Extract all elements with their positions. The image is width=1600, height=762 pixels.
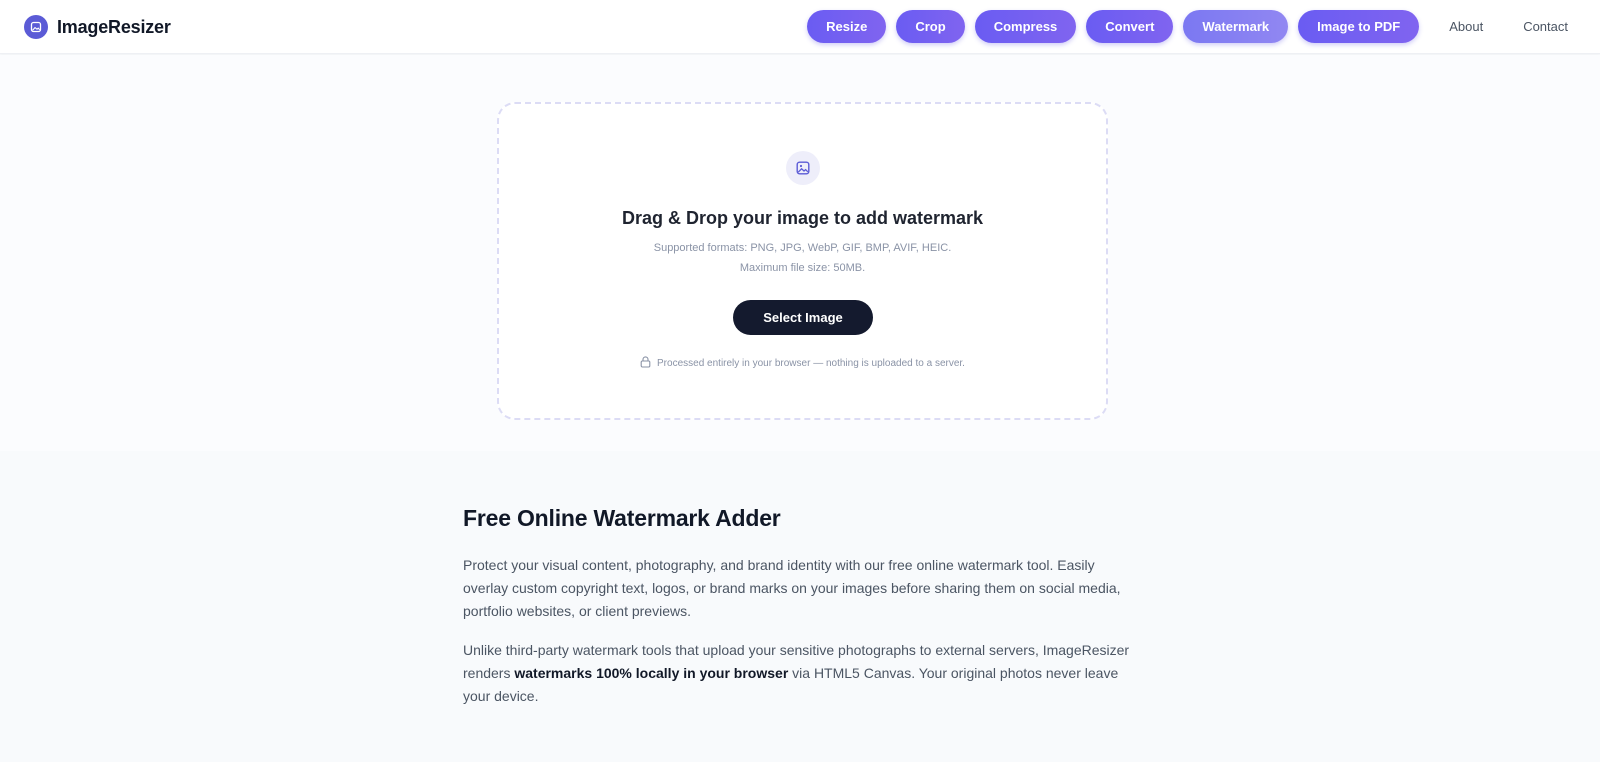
nav-image-to-pdf-button[interactable]: Image to PDF <box>1298 10 1420 43</box>
article-title: Free Online Watermark Adder <box>463 505 781 531</box>
privacy-text: Processed entirely in your browser — not… <box>657 358 965 369</box>
article-section: Free Online Watermark Adder Protect your… <box>463 505 1143 724</box>
main-nav: Resize Crop Compress Convert Watermark I… <box>807 10 1600 43</box>
max-file-size: Maximum file size: 50MB. <box>739 262 866 274</box>
nav-compress-button[interactable]: Compress <box>974 10 1077 43</box>
select-image-button[interactable]: Select Image <box>733 300 873 335</box>
image-icon <box>24 15 48 39</box>
nav-watermark-button[interactable]: Watermark <box>1183 10 1289 43</box>
nav-contact-link[interactable]: Contact <box>1503 10 1600 43</box>
upload-section: Drag & Drop your image to add watermark … <box>0 55 1600 451</box>
nav-convert-button[interactable]: Convert <box>1086 10 1174 43</box>
brand[interactable]: ImageResizer <box>24 15 171 39</box>
lock-icon <box>640 356 651 371</box>
nav-crop-button[interactable]: Crop <box>896 10 965 43</box>
article-paragraph-2: Unlike third-party watermark tools that … <box>463 639 1143 708</box>
article-paragraph-2-bold: watermarks 100% locally in your browser <box>514 665 789 681</box>
image-dropzone[interactable]: Drag & Drop your image to add watermark … <box>497 102 1108 420</box>
article-paragraph-1: Protect your visual content, photography… <box>463 557 1121 619</box>
nav-about-link[interactable]: About <box>1429 10 1503 43</box>
image-icon <box>786 151 820 185</box>
brand-name: ImageResizer <box>57 16 171 37</box>
dropzone-title: Drag & Drop your image to add watermark <box>621 208 984 228</box>
nav-resize-button[interactable]: Resize <box>807 10 887 43</box>
privacy-note: Processed entirely in your browser — not… <box>499 356 1106 371</box>
top-navbar: ImageResizer Resize Crop Compress Conver… <box>0 0 1600 54</box>
supported-formats: Supported formats: PNG, JPG, WebP, GIF, … <box>653 242 952 254</box>
